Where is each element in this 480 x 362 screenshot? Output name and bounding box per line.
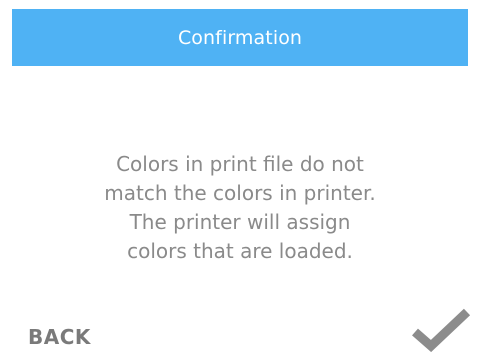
message-line: The printer will assign xyxy=(129,210,351,234)
confirmation-dialog: Confirmation Colors in print file do not… xyxy=(0,0,480,362)
confirm-button[interactable] xyxy=(411,306,471,352)
message-line: match the colors in printer. xyxy=(104,181,376,205)
checkmark-icon xyxy=(412,308,471,352)
message-line: Colors in print file do not xyxy=(116,152,364,176)
dialog-title-bar: Confirmation xyxy=(12,9,468,66)
back-button[interactable]: BACK xyxy=(28,325,91,349)
dialog-title: Confirmation xyxy=(177,26,303,49)
dialog-message: Colors in print file do not match the co… xyxy=(40,150,440,266)
message-line: colors that are loaded. xyxy=(127,239,353,263)
